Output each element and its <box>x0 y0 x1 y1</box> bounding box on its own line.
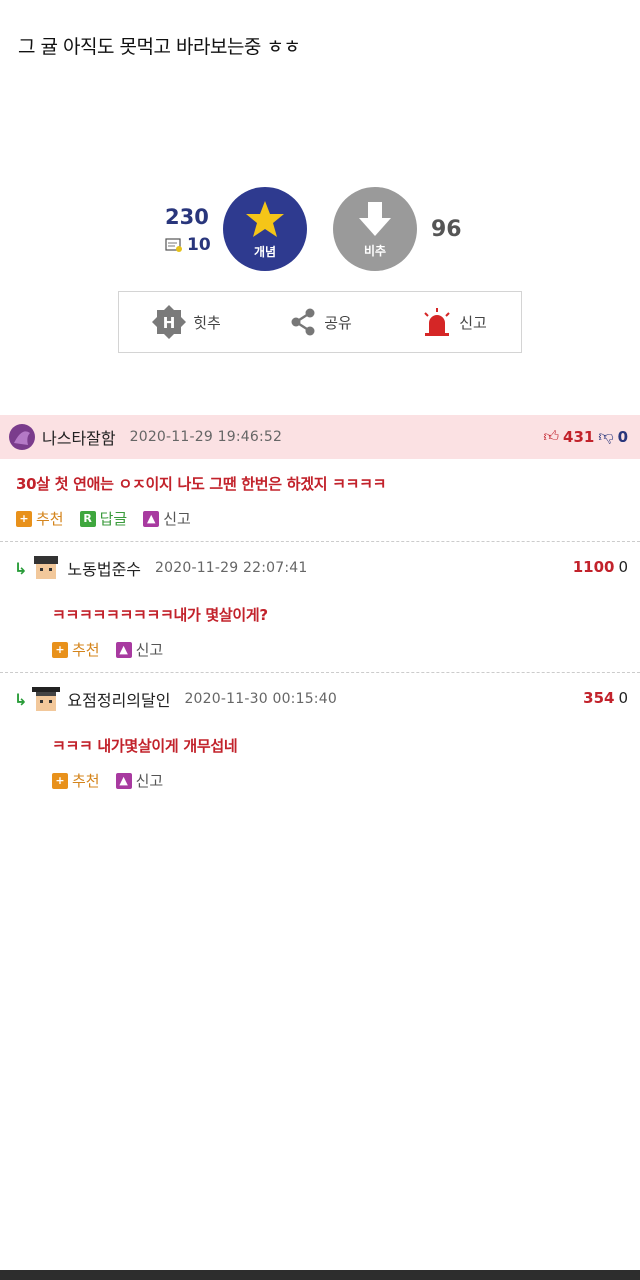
plus-icon: + <box>52 641 68 658</box>
comment-nickname[interactable]: 나스타잘함 <box>42 425 116 449</box>
comment-text: ㅋㅋㅋ 내가몇살이게 개무섭네 <box>52 737 238 755</box>
comment-date: 2020-11-30 00:15:40 <box>184 691 337 707</box>
comment-text: 30살 첫 연애는 ㅇㅈ이지 나도 그땐 한번은 하겠지 ㅋㅋㅋㅋ <box>16 475 387 493</box>
comment-likes: 1100 <box>572 558 615 576</box>
comment-report-button[interactable]: ▲ 신고 <box>115 770 164 791</box>
comment-recommend-button[interactable]: + 추천 <box>52 639 100 660</box>
plus-icon: + <box>16 510 32 527</box>
share-label: 공유 <box>324 313 352 332</box>
reply-label: 답글 <box>99 510 128 528</box>
star-icon <box>246 200 284 237</box>
report-button[interactable]: 신고 <box>387 307 521 337</box>
hit-recommend-label: 힛추 <box>193 313 221 332</box>
user-avatar-icon[interactable] <box>31 553 62 583</box>
report-label: 신고 <box>459 313 487 332</box>
comment-nickname[interactable]: 요점정리의달인 <box>67 687 170 711</box>
siren-icon: ▲ <box>115 772 132 789</box>
gonic-count-row: 10 <box>165 235 211 255</box>
share-button[interactable]: 공유 <box>253 307 387 337</box>
comment-header: ↳ 요점정리의달인 2020-11-30 00:15:40 354 0 <box>0 677 640 721</box>
post-body-text: 그 귤 아직도 못먹고 바라보는중 ㅎㅎ <box>18 36 301 58</box>
report-label: 신고 <box>163 510 191 528</box>
user-avatar-icon[interactable] <box>8 423 36 451</box>
downvote-count: 96 <box>431 217 462 242</box>
report-label: 신고 <box>135 772 164 790</box>
comment-recommend-button[interactable]: + 추천 <box>16 508 64 529</box>
upvote-button[interactable]: 개념 <box>223 187 307 271</box>
upvote-label: 개념 <box>253 244 277 259</box>
svg-text:H: H <box>163 314 176 332</box>
siren-icon: ▲ <box>115 641 132 658</box>
recommend-label: 추천 <box>72 772 100 790</box>
share-icon <box>291 308 315 336</box>
comment-nickname[interactable]: 노동법준수 <box>67 556 141 580</box>
comment-report-button[interactable]: ▲ 신고 <box>143 508 191 529</box>
downvote-label: 비추 <box>363 243 387 258</box>
siren-icon <box>424 308 450 336</box>
comment-dislikes: 0 <box>618 689 628 707</box>
comment-header: 나스타잘함 2020-11-29 19:46:52 👍︎ 431 👎︎ 0 <box>0 415 640 459</box>
comment-list: 나스타잘함 2020-11-29 19:46:52 👍︎ 431 👎︎ 0 30… <box>0 415 640 803</box>
comment-reply-button[interactable]: R 답글 <box>79 508 128 529</box>
recommend-label: 추천 <box>36 510 64 528</box>
comment-date: 2020-11-29 22:07:41 <box>155 560 308 576</box>
post-action-bar: H 힛추 공유 신고 <box>118 291 522 353</box>
siren-icon: ▲ <box>143 510 160 527</box>
reply-item: ↳ 요점정리의달인 2020-11-30 00:15:40 354 0 ㅋㅋㅋ … <box>0 677 640 803</box>
thumbs-down-icon[interactable]: 👎︎ <box>598 427 613 446</box>
report-label: 신고 <box>135 641 164 659</box>
comment-votes: 354 0 <box>583 689 628 707</box>
vote-area: 230 10 개념 비추 96 <box>0 185 640 275</box>
bottom-bar <box>0 1270 640 1280</box>
fixed-nick-icon <box>165 238 182 252</box>
reply-icon: R <box>79 510 96 527</box>
downvote-button[interactable]: 비추 <box>333 187 417 271</box>
arrow-down-icon <box>359 201 391 236</box>
comment-likes: 354 <box>583 689 615 707</box>
reply-arrow-icon: ↳ <box>14 558 28 578</box>
plus-icon: + <box>52 772 68 789</box>
recommend-label: 추천 <box>72 641 100 659</box>
comment-item: 나스타잘함 2020-11-29 19:46:52 👍︎ 431 👎︎ 0 30… <box>0 415 640 541</box>
comment-votes: 👍︎ 431 👎︎ 0 <box>543 427 628 446</box>
comment-actions: + 추천 ▲ 신고 <box>0 756 640 791</box>
user-avatar-icon[interactable] <box>31 684 62 714</box>
reply-item: ↳ 노동법준수 2020-11-29 22:07:41 1100 0 ㅋㅋㅋㅋㅋ… <box>0 546 640 672</box>
comment-recommend-button[interactable]: + 추천 <box>52 770 100 791</box>
thumbs-up-icon[interactable]: 👍︎ <box>543 427 559 446</box>
comment-text: ㅋㅋㅋㅋㅋㅋㅋㅋㅋ내가 몇살이게? <box>52 606 268 624</box>
comment-actions: + 추천 ▲ 신고 <box>0 625 640 660</box>
comment-divider <box>0 672 640 673</box>
comment-header: ↳ 노동법준수 2020-11-29 22:07:41 1100 0 <box>0 546 640 590</box>
comment-date: 2020-11-29 19:46:52 <box>129 429 283 445</box>
comment-votes: 1100 0 <box>573 558 628 576</box>
comment-divider <box>0 541 640 542</box>
comment-dislikes: 0 <box>617 427 628 446</box>
hit-recommend-button[interactable]: H 힛추 <box>119 304 253 340</box>
reply-arrow-icon: ↳ <box>14 689 28 709</box>
comment-report-button[interactable]: ▲ 신고 <box>115 639 164 660</box>
upvote-count: 230 <box>165 205 209 229</box>
hit-badge-icon: H <box>152 305 187 339</box>
comment-actions: + 추천 R 답글 ▲ 신고 <box>0 494 640 529</box>
gonic-count: 10 <box>187 235 211 255</box>
comment-likes: 431 <box>563 427 595 446</box>
comment-dislikes: 0 <box>618 558 628 576</box>
